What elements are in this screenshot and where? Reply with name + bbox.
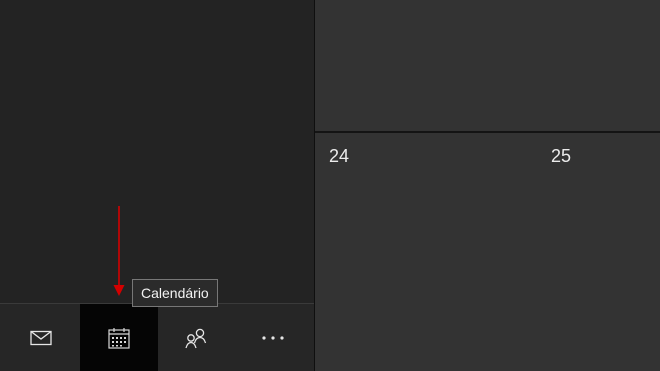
mail-icon [30, 330, 52, 345]
calendar-icon [108, 327, 130, 349]
calendar-view: 24 25 [315, 0, 660, 371]
mail-button[interactable] [2, 304, 80, 371]
day-cell-25[interactable]: 25 [551, 145, 571, 167]
bottom-nav-bar [0, 303, 314, 371]
more-icon [262, 335, 284, 340]
more-button[interactable] [234, 304, 312, 371]
calendar-button[interactable] [80, 304, 158, 371]
people-icon [185, 328, 207, 348]
week-divider [315, 131, 660, 133]
calendar-tooltip: Calendário [132, 279, 218, 307]
day-cell-24[interactable]: 24 [329, 145, 349, 167]
annotation-arrow [113, 206, 125, 296]
people-button[interactable] [157, 304, 235, 371]
